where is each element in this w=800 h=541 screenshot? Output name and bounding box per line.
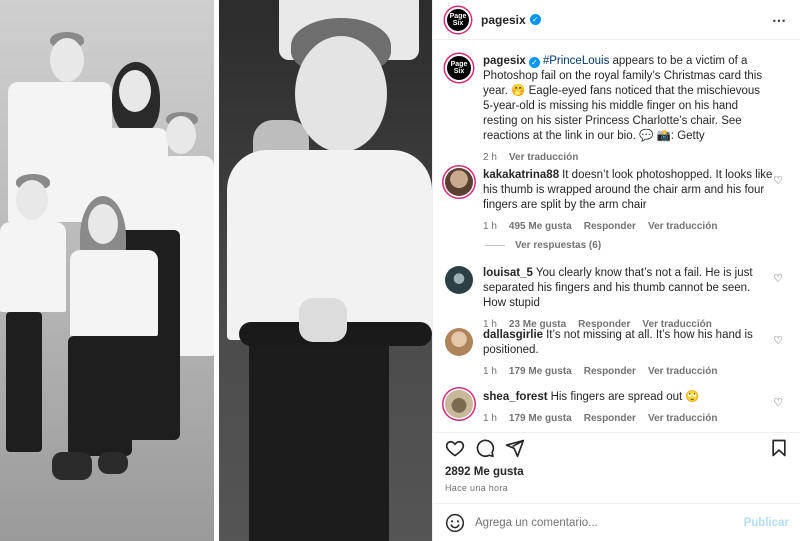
likes-count[interactable]: 2892 Me gusta	[445, 466, 524, 478]
comment-like-heart-icon[interactable]: ♡	[773, 174, 783, 187]
comment-time: 1 h	[483, 413, 497, 424]
reply-link[interactable]: Responder	[584, 364, 636, 379]
action-bar	[433, 432, 800, 460]
post-time: Hace una hora	[445, 483, 508, 493]
caption-avatar[interactable]: Page Six	[445, 54, 473, 82]
comment-username[interactable]: shea_forest	[483, 391, 548, 403]
like-heart-icon[interactable]	[445, 438, 465, 458]
commenter-avatar[interactable]	[445, 328, 473, 356]
comment-meta: 1 h 179 Me gusta Responder Ver traducció…	[483, 411, 773, 426]
comment-item: shea_forest His fingers are spread out 🙄 …	[445, 390, 791, 426]
boy-face	[295, 36, 387, 152]
bookmark-icon[interactable]	[769, 438, 789, 458]
comment-item: dallasgirlie It’s not missing at all. It’…	[445, 328, 791, 379]
comment-item: kakakatrina88 It doesn’t look photoshoppe…	[445, 168, 791, 234]
post-media[interactable]	[0, 0, 432, 541]
comment-like-heart-icon[interactable]: ♡	[773, 334, 783, 347]
comment-username[interactable]: kakakatrina88	[483, 169, 559, 181]
comment-input[interactable]	[475, 516, 725, 529]
comment-like-heart-icon[interactable]: ♡	[773, 272, 783, 285]
caption-meta: 2 h Ver traducción	[483, 150, 773, 165]
boy-trousers	[249, 346, 389, 541]
comment-time: 1 h	[483, 221, 497, 232]
comment-username[interactable]: louisat_5	[483, 267, 533, 279]
emoji-icon[interactable]	[445, 513, 465, 533]
caption-verified-icon: ✓	[528, 57, 540, 68]
comment-body: louisat_5 You clearly know that’s not a f…	[483, 266, 773, 332]
comment-composer: Publicar	[433, 503, 800, 541]
view-replies[interactable]: Ver respuestas (6)	[485, 240, 601, 251]
comment-text: His fingers are spread out 🙄	[550, 391, 700, 403]
boy-hand	[299, 298, 347, 342]
share-icon[interactable]	[505, 438, 525, 458]
translate-link[interactable]: Ver traducción	[648, 411, 717, 426]
comment-likes[interactable]: 179 Me gusta	[509, 411, 572, 426]
caption-username[interactable]: pagesix	[483, 55, 526, 67]
caption-time: 2 h	[483, 152, 497, 163]
comment-icon[interactable]	[475, 438, 495, 458]
comment-likes[interactable]: 179 Me gusta	[509, 364, 572, 379]
account-avatar[interactable]: Page Six	[445, 6, 471, 33]
reply-link[interactable]: Responder	[584, 411, 636, 426]
post-sidebar: Page Six pagesix ✓ ⋯ Page Six pagesix ✓ #P…	[432, 0, 800, 541]
comment-meta: 1 h 495 Me gusta Responder Ver traducció…	[483, 219, 773, 234]
comment-likes[interactable]: 495 Me gusta	[509, 219, 572, 234]
comment-like-heart-icon[interactable]: ♡	[773, 396, 783, 409]
post-comment-button[interactable]: Publicar	[744, 517, 789, 529]
translate-link[interactable]: Ver traducción	[648, 219, 717, 234]
more-options-icon[interactable]: ⋯	[772, 12, 787, 29]
family-photo	[0, 0, 214, 541]
reply-link[interactable]: Responder	[584, 219, 636, 234]
instagram-post: Page Six pagesix ✓ ⋯ Page Six pagesix ✓ #P…	[0, 0, 800, 541]
commenter-avatar[interactable]	[445, 266, 473, 294]
translate-link[interactable]: Ver traducción	[648, 364, 717, 379]
verified-badge-icon: ✓	[529, 14, 541, 25]
caption-translate-link[interactable]: Ver traducción	[509, 150, 578, 165]
commenter-avatar[interactable]	[445, 168, 473, 196]
view-replies-label[interactable]: Ver respuestas (6)	[515, 240, 601, 251]
comment-body: shea_forest His fingers are spread out 🙄 …	[483, 390, 773, 426]
replies-line	[485, 245, 505, 246]
comments-list: Page Six pagesix ✓ #PrinceLouis appears to…	[433, 40, 800, 432]
caption-text: appears to be a victim of a Photoshop fa…	[483, 55, 763, 142]
account-username[interactable]: pagesix	[481, 13, 526, 27]
hashtag-link[interactable]: #PrinceLouis	[543, 55, 609, 67]
caption-body: pagesix ✓ #PrinceLouis appears to be a vic…	[483, 54, 773, 165]
comment-item: louisat_5 You clearly know that’s not a f…	[445, 266, 791, 332]
comment-body: dallasgirlie It’s not missing at all. It’…	[483, 328, 773, 379]
post-header: Page Six pagesix ✓ ⋯	[433, 0, 800, 40]
commenter-avatar[interactable]	[445, 390, 473, 418]
comment-meta: 1 h 179 Me gusta Responder Ver traducció…	[483, 364, 773, 379]
closeup-photo	[219, 0, 432, 541]
caption: Page Six pagesix ✓ #PrinceLouis appears to…	[445, 54, 791, 165]
comment-username[interactable]: dallasgirlie	[483, 329, 543, 341]
comment-time: 1 h	[483, 366, 497, 377]
comment-body: kakakatrina88 It doesn’t look photoshoppe…	[483, 168, 773, 234]
